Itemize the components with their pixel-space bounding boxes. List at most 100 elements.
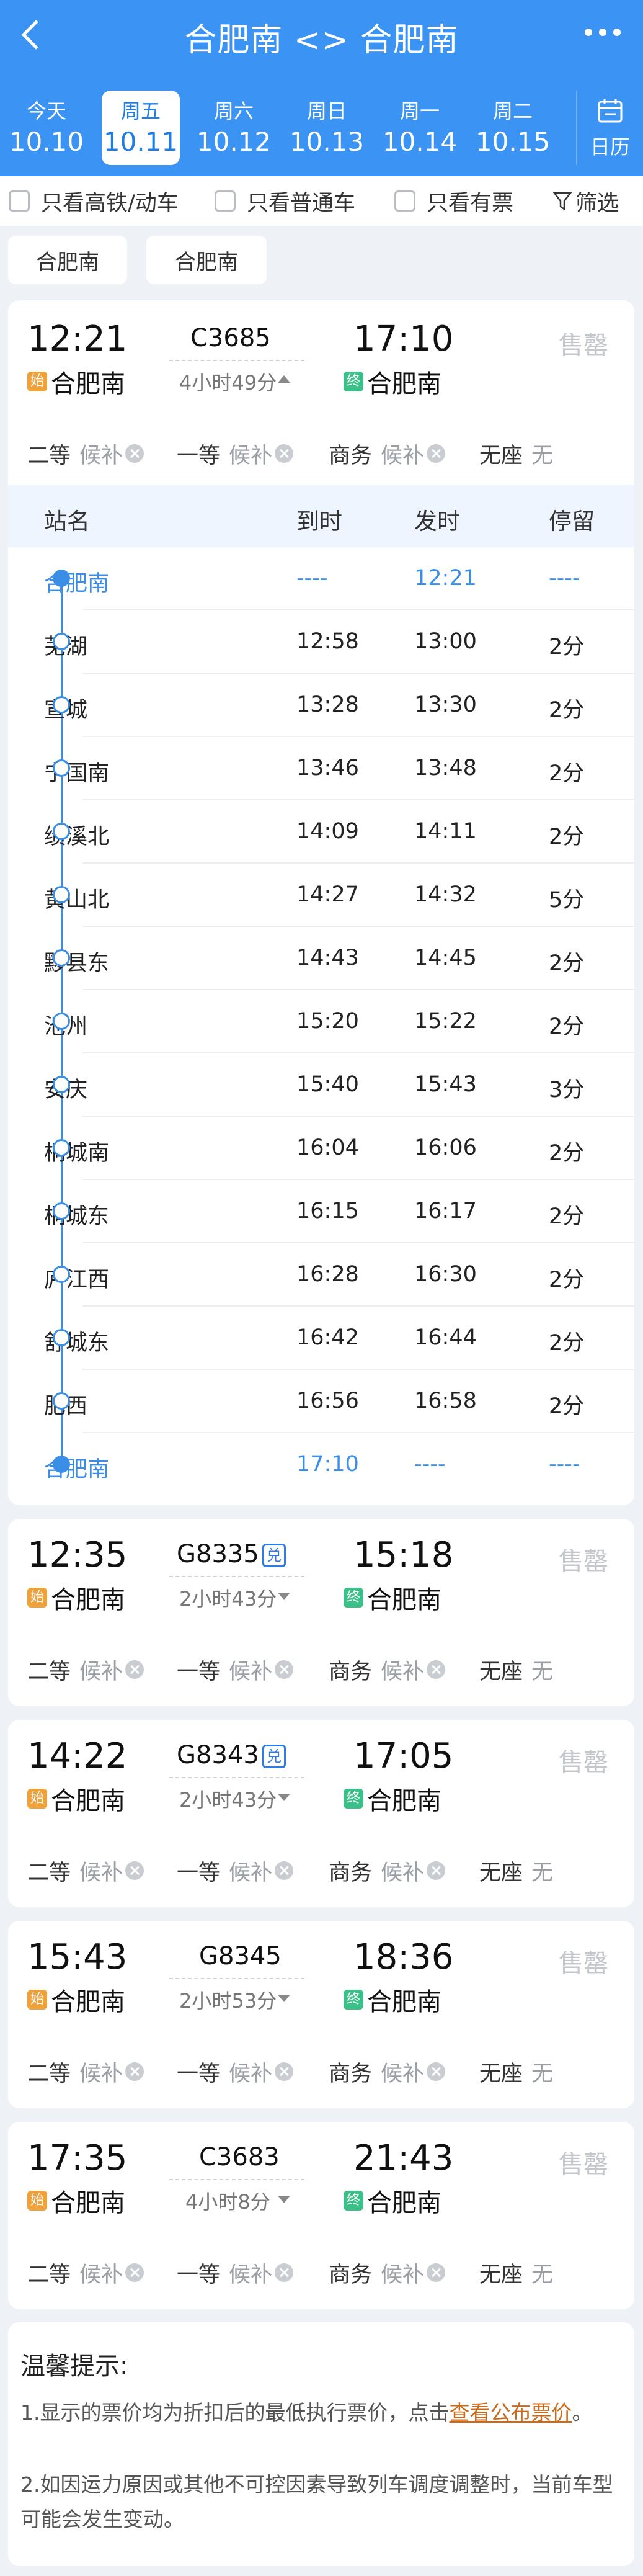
seat-second-class[interactable]: 二等 候补 bbox=[27, 2056, 144, 2087]
seat-class: 无座 bbox=[479, 1860, 523, 1885]
stop-arrive: 16:04 bbox=[296, 1135, 359, 1160]
route-stop-dot bbox=[53, 1456, 70, 1473]
seat-first-class[interactable]: 一等 候补 bbox=[177, 2056, 294, 2087]
calendar-label: 日历 bbox=[590, 135, 630, 159]
origin-station-name: 合肥南 bbox=[51, 1586, 125, 1614]
notice-panel: 温馨提示: 1.显示的票价均为折扣后的最低执行票价，点击查看公布票价。 2.如因… bbox=[8, 2322, 634, 2566]
stop-stay: 2分 bbox=[549, 698, 585, 723]
stop-depart: 16:06 bbox=[414, 1135, 477, 1160]
seat-first-class[interactable]: 一等 候补 bbox=[177, 438, 294, 469]
date-weekday: 周六 bbox=[213, 99, 254, 123]
train-card[interactable]: 12:35 G8335 兑 2小时43分 15:18 售罄 始合肥南 终合肥南 … bbox=[8, 1519, 634, 1706]
train-card[interactable]: 15:43 G8345 2小时53分 18:36 售罄 始合肥南 终合肥南 二等… bbox=[8, 1921, 634, 2108]
checkbox[interactable] bbox=[9, 190, 30, 212]
duration: 2小时43分 bbox=[179, 1587, 277, 1611]
filter-available[interactable]: 只看有票 bbox=[394, 187, 513, 216]
train-card[interactable]: 17:35 C3683 4小时8分 21:43 售罄 始合肥南 终合肥南 二等候… bbox=[8, 2122, 634, 2309]
checkbox[interactable] bbox=[394, 190, 415, 212]
seat-second-class[interactable]: 二等 候补 bbox=[27, 1654, 144, 1685]
seat-business[interactable]: 商务 候补 bbox=[329, 2056, 446, 2087]
date-weekday: 周二 bbox=[492, 99, 533, 123]
from-station-chip[interactable]: 合肥南 bbox=[8, 236, 127, 284]
more-dots-icon[interactable] bbox=[581, 20, 624, 45]
seat-standing[interactable]: 无座无 bbox=[479, 2056, 553, 2087]
date-tab[interactable]: 周一 10.14 bbox=[381, 91, 459, 165]
terminal-station-name: 合肥南 bbox=[367, 370, 441, 398]
seat-first-class[interactable]: 一等 候补 bbox=[177, 2257, 294, 2288]
filter-regular[interactable]: 只看普通车 bbox=[215, 187, 355, 216]
seat-class: 一等 bbox=[177, 1659, 221, 1684]
stop-stay: ---- bbox=[549, 1452, 580, 1477]
origin-badge: 始 bbox=[27, 1990, 47, 2010]
filter-bar: 只看高铁/动车 只看普通车 只看有票 筛选 bbox=[0, 176, 643, 226]
stop-arrive: 17:10 bbox=[296, 1452, 359, 1477]
seat-class: 无座 bbox=[479, 2262, 523, 2288]
stop-row: 桐城南 16:04 16:06 2分 bbox=[8, 1117, 634, 1180]
stop-row: 肥西16:5616:582分 bbox=[8, 1370, 634, 1433]
route-stop-dot bbox=[53, 1139, 70, 1156]
seat-business[interactable]: 商务 候补 bbox=[329, 438, 446, 469]
seat-second-class[interactable]: 二等 候补 bbox=[27, 2257, 144, 2288]
date-selector: 今天 10.10 周五 10.11 周六 10.12 周日 10.13 周一 10.14 … bbox=[0, 77, 643, 176]
stop-stay: 5分 bbox=[549, 888, 585, 913]
calendar-button[interactable]: 日历 bbox=[576, 91, 643, 165]
date-tab[interactable]: 周二 10.15 bbox=[474, 91, 552, 165]
close-circle-icon bbox=[125, 2062, 144, 2081]
checkbox[interactable] bbox=[215, 190, 236, 212]
seat-business[interactable]: 商务 候补 bbox=[329, 1855, 446, 1886]
duration-divider bbox=[169, 1978, 304, 1979]
close-circle-icon bbox=[275, 1861, 294, 1880]
seat-standing[interactable]: 无座无 bbox=[479, 1654, 553, 1685]
stop-depart: 14:45 bbox=[414, 946, 477, 970]
seat-business[interactable]: 商务 候补 bbox=[329, 2257, 446, 2288]
stop-depart: 12:21 bbox=[414, 566, 477, 591]
triangle-down-icon[interactable] bbox=[277, 1993, 291, 2004]
triangle-down-icon[interactable] bbox=[277, 1792, 291, 1803]
filter-high-speed[interactable]: 只看高铁/动车 bbox=[9, 187, 179, 216]
close-circle-icon bbox=[427, 444, 446, 463]
date-tab[interactable]: 周日 10.13 bbox=[288, 91, 366, 165]
terminal-station-name: 合肥南 bbox=[367, 2189, 441, 2217]
date-tab-selected[interactable]: 周五 10.11 bbox=[102, 91, 180, 165]
seat-standing[interactable]: 无座无 bbox=[479, 2257, 553, 2288]
stop-arrive: 12:58 bbox=[296, 629, 359, 654]
triangle-down-icon[interactable] bbox=[277, 1591, 291, 1602]
triangle-up-icon[interactable] bbox=[277, 373, 291, 385]
stop-row: 宣城13:2813:302分 bbox=[8, 674, 634, 737]
to-station-chip[interactable]: 合肥南 bbox=[146, 236, 267, 284]
route-stop-dot bbox=[53, 1202, 70, 1220]
page-title: 合肥南 <> 合肥南 bbox=[184, 22, 459, 59]
seat-status: 无 bbox=[531, 443, 554, 468]
train-number: C3685 bbox=[190, 324, 271, 352]
train-card[interactable]: 12:21 C3685 4小时49分 17:10 售罄 始合肥南 终合肥南 二等… bbox=[8, 300, 634, 1505]
stop-depart: 14:32 bbox=[414, 882, 477, 907]
route-stop-dot bbox=[53, 949, 70, 967]
seat-first-class[interactable]: 一等 候补 bbox=[177, 1654, 294, 1685]
seat-standing[interactable]: 无座无 bbox=[479, 1855, 553, 1886]
date-value: 10.13 bbox=[289, 127, 365, 157]
seat-second-class[interactable]: 二等 候补 bbox=[27, 1855, 144, 1886]
train-card[interactable]: 14:22 G8343 兑 2小时43分 17:05 售罄 始合肥南 终合肥南 … bbox=[8, 1720, 634, 1907]
stop-stay: 2分 bbox=[549, 1331, 585, 1356]
seat-class: 无座 bbox=[479, 443, 523, 468]
filter-button[interactable]: 筛选 bbox=[553, 187, 619, 216]
duration: 4小时8分 bbox=[185, 2190, 270, 2214]
date-tab[interactable]: 今天 10.10 bbox=[7, 91, 86, 165]
triangle-down-icon[interactable] bbox=[277, 2194, 291, 2205]
stop-depart: 13:00 bbox=[414, 629, 477, 654]
seat-business[interactable]: 商务 候补 bbox=[329, 1654, 446, 1685]
date-tab[interactable]: 周六 10.12 bbox=[195, 91, 273, 165]
seat-availability: 二等 候补 一等 候补 商务 候补 无座无 bbox=[8, 1855, 634, 1886]
seat-first-class[interactable]: 一等 候补 bbox=[177, 1855, 294, 1886]
stop-stay: 2分 bbox=[549, 951, 585, 976]
stop-arrive: ---- bbox=[296, 566, 328, 591]
seat-status: 候补 bbox=[381, 2262, 425, 2288]
notice-text: 1.显示的票价均为折扣后的最低执行票价，点击 bbox=[20, 2400, 450, 2425]
stop-depart: 13:30 bbox=[414, 692, 477, 717]
origin-station: 始合肥南 bbox=[27, 1580, 125, 1616]
seat-second-class[interactable]: 二等 候补 bbox=[27, 438, 144, 469]
fare-link[interactable]: 查看公布票价 bbox=[450, 2400, 572, 2425]
arrival-time: 21:43 bbox=[353, 2138, 454, 2178]
seat-standing[interactable]: 无座无 bbox=[479, 438, 553, 469]
stop-stay: ---- bbox=[549, 566, 580, 591]
